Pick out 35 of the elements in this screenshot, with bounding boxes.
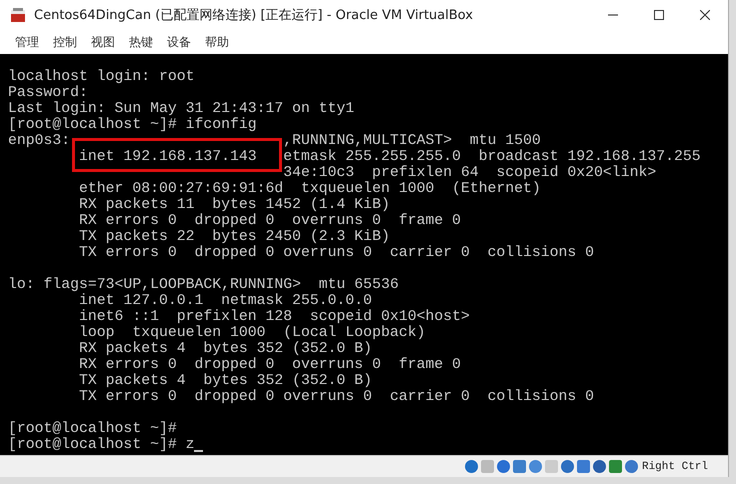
terminal-line: TX errors 0 dropped 0 overruns 0 carrier 0 collisions 0	[78, 245, 594, 261]
menu-item[interactable]: 管理	[8, 32, 46, 52]
terminal-line: ,RUNNING,MULTICAST> mtu 1500	[283, 133, 541, 149]
terminal-line: etmask 255.255.255.0 broadcast 192.168.137.255	[283, 149, 701, 165]
menu-item[interactable]: 控制	[46, 32, 84, 52]
terminal-line: enp0s3:	[8, 133, 70, 149]
terminal-line: Last login: Sun May 31 21:43:17 on tty1	[8, 101, 354, 117]
terminal-line: inet 127.0.0.1 netmask 255.0.0.0	[78, 293, 372, 309]
terminal-line: localhost login: root	[8, 69, 194, 85]
terminal-line: RX packets 4 bytes 352 (352.0 B)	[78, 341, 372, 357]
host-key-label: Right Ctrl	[642, 460, 708, 472]
close-icon	[700, 10, 710, 20]
terminal-line: 34e:10c3 prefixlen 64 scopeid 0x20<link>	[283, 165, 656, 181]
terminal-line: [root@localhost ~]# z	[8, 437, 194, 453]
terminal-line: inet 192.168.137.143	[79, 149, 257, 165]
terminal-line: lo: flags=73<UP,LOOPBACK,RUNNING> mtu 65536	[8, 277, 399, 293]
menu-item[interactable]: 热键	[122, 32, 160, 52]
terminal-line: [root@localhost ~]# ifconfig	[8, 117, 257, 133]
terminal-line: TX packets 22 bytes 2450 (2.3 KiB)	[78, 229, 390, 245]
app-icon	[10, 7, 26, 23]
terminal-line: [root@localhost ~]#	[8, 421, 177, 437]
menu-item[interactable]: 帮助	[198, 32, 236, 52]
terminal-line: RX packets 11 bytes 1452 (1.4 KiB)	[78, 197, 390, 213]
terminal-line: inet6 ::1 prefixlen 128 scopeid 0x10<host>	[78, 309, 470, 325]
terminal-line: RX errors 0 dropped 0 overruns 0 frame 0	[78, 357, 461, 373]
terminal-line: ether 08:00:27:69:91:6d txqueuelen 1000 (Ethernet)	[78, 181, 541, 197]
terminal-line: RX errors 0 dropped 0 overruns 0 frame 0	[78, 213, 461, 229]
menu-item[interactable]: 视图	[84, 32, 122, 52]
terminal-line: loop txqueuelen 1000 (Local Loopback)	[78, 325, 426, 341]
terminal-line: TX errors 0 dropped 0 overruns 0 carrier 0 collisions 0	[78, 389, 594, 405]
terminal-line: Password:	[8, 85, 88, 101]
window-title: Centos64DingCan (已配置网络连接) [正在运行] - Oracle VM VirtualBox	[34, 7, 474, 24]
menu-item[interactable]: 设备	[160, 32, 198, 52]
terminal-line: TX packets 4 bytes 352 (352.0 B)	[78, 373, 372, 389]
maximize-icon	[654, 10, 664, 20]
